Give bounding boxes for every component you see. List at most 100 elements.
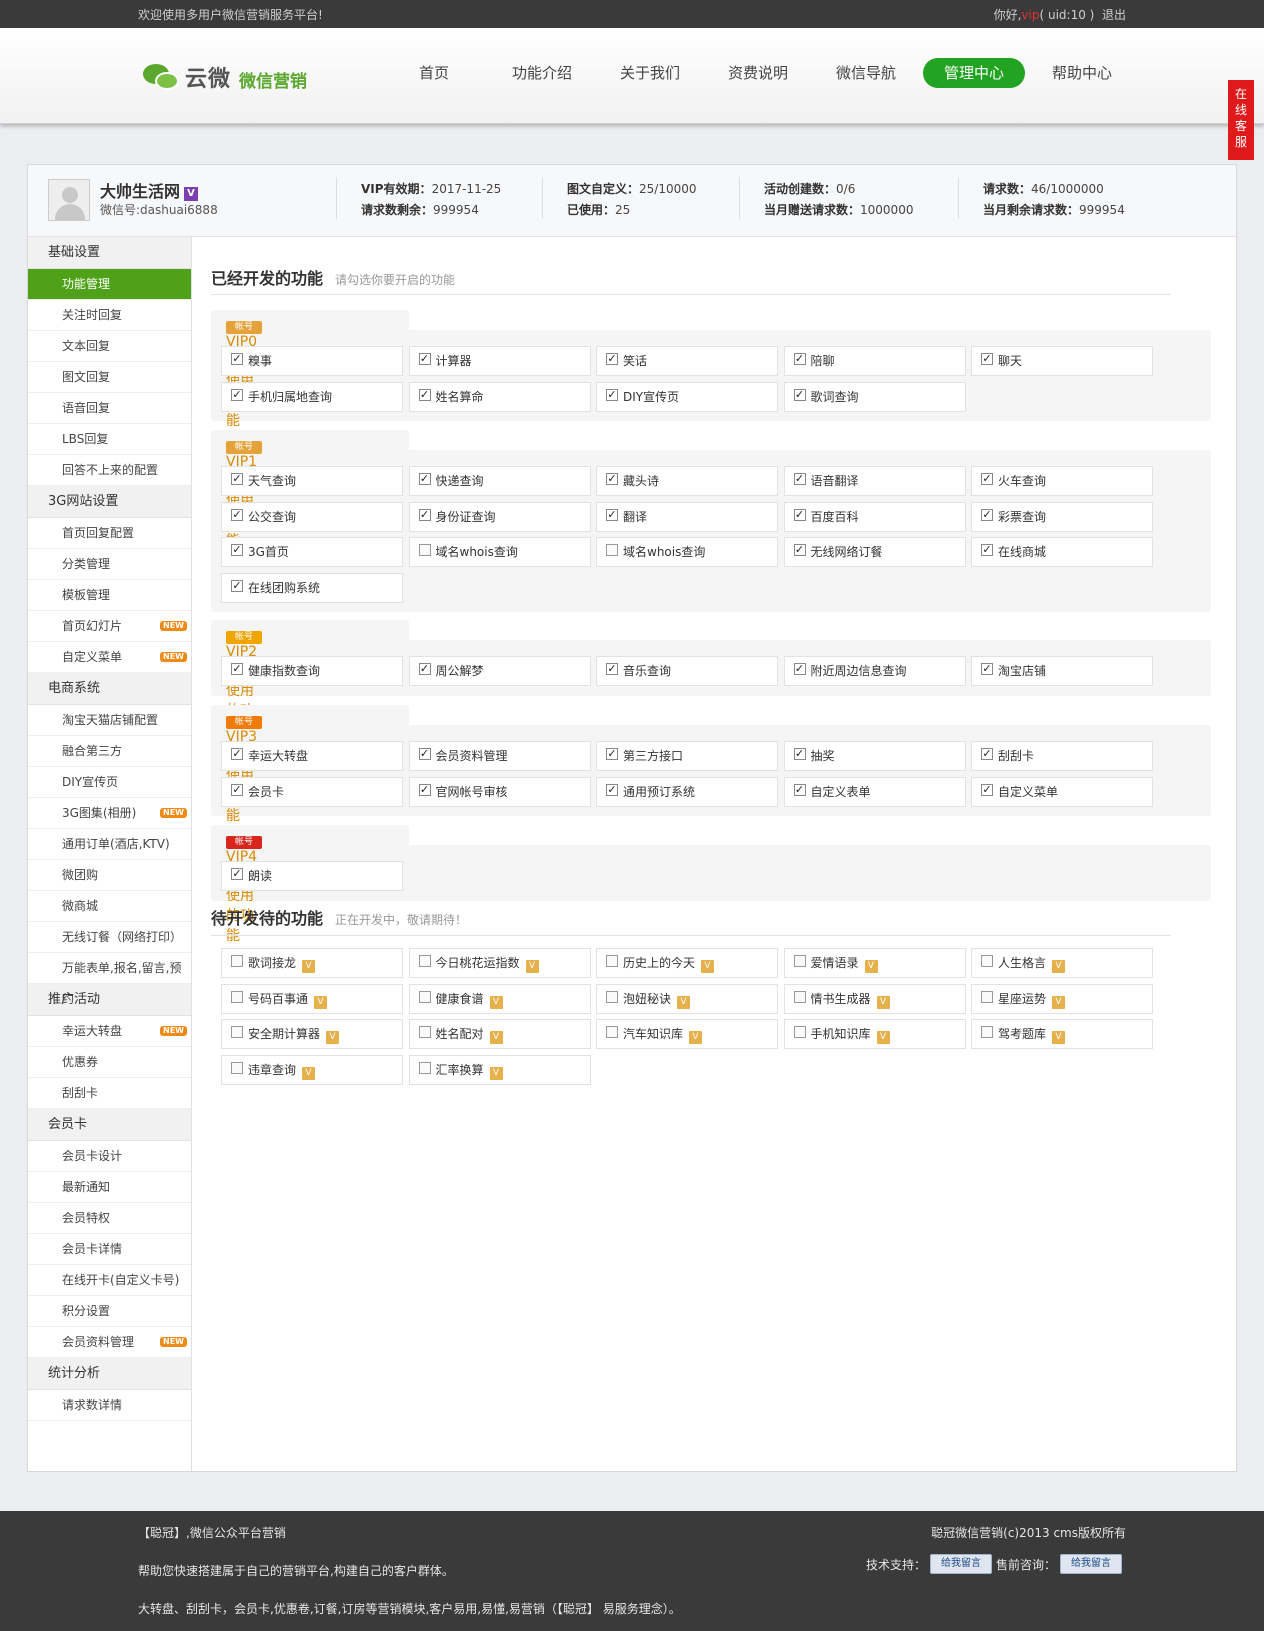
checkbox-unchecked-icon[interactable] (606, 1026, 618, 1038)
feature-checkbox[interactable]: ✓ 附近周边信息查询 (783, 656, 966, 686)
feature-checkbox[interactable]: 违章查询 V (221, 1054, 403, 1085)
sidebar-item[interactable]: 功能管理 (28, 269, 191, 300)
feature-checkbox[interactable]: 星座运势 V (971, 983, 1153, 1014)
online-service-button[interactable]: 在线客服 (1228, 80, 1254, 160)
feature-checkbox[interactable]: ✓ 会员卡 (221, 776, 403, 807)
feature-checkbox[interactable]: ✓ 彩票查询 (971, 501, 1153, 532)
checkbox-checked-icon[interactable]: ✓ (418, 388, 431, 401)
sidebar-item[interactable]: 会员资料管理 NEW (28, 1327, 191, 1358)
checkbox-checked-icon[interactable]: ✓ (793, 748, 806, 760)
checkbox-unchecked-icon[interactable] (793, 955, 806, 967)
sidebar-item[interactable]: 积分设置 (28, 1296, 191, 1327)
feature-checkbox[interactable]: ✓ 幸运大转盘 (221, 741, 403, 771)
feature-checkbox[interactable]: ✓ 周公解梦 (408, 656, 591, 686)
feature-checkbox[interactable]: 爱情语录 V (783, 948, 966, 978)
feature-checkbox[interactable]: 姓名配对 V (408, 1019, 591, 1049)
sidebar-group-header[interactable]: 会员卡 (28, 1109, 191, 1141)
feature-checkbox[interactable]: ✓ 姓名算命 (408, 381, 591, 412)
feature-checkbox[interactable]: 情书生成器 V (783, 983, 966, 1014)
sidebar-item[interactable]: 会员卡详情 (28, 1234, 191, 1265)
feature-checkbox[interactable]: 域名whois查询 (596, 537, 778, 567)
checkbox-unchecked-icon[interactable] (418, 1026, 431, 1038)
feature-checkbox[interactable]: ✓ DIY宣传页 (596, 381, 778, 412)
checkbox-unchecked-icon[interactable] (793, 1026, 806, 1038)
sidebar-item[interactable]: 自定义菜单 NEW (28, 642, 191, 673)
sidebar-item[interactable]: 会员特权 (28, 1203, 191, 1234)
feature-checkbox[interactable]: ✓ 计算器 (408, 346, 591, 376)
feature-checkbox[interactable]: 手机知识库 V (783, 1019, 966, 1049)
checkbox-checked-icon[interactable]: ✓ (231, 544, 243, 556)
checkbox-checked-icon[interactable]: ✓ (418, 748, 431, 760)
feature-checkbox[interactable]: ✓ 火车查询 (971, 466, 1153, 496)
checkbox-checked-icon[interactable]: ✓ (231, 388, 243, 401)
sidebar-item[interactable]: 图文回复 (28, 362, 191, 393)
feature-checkbox[interactable]: ✓ 会员资料管理 (408, 741, 591, 771)
checkbox-checked-icon[interactable]: ✓ (231, 353, 243, 365)
checkbox-checked-icon[interactable]: ✓ (606, 388, 618, 401)
nav-item[interactable]: 资费说明 (704, 58, 812, 88)
feature-checkbox[interactable]: ✓ 身份证查询 (408, 501, 591, 532)
checkbox-checked-icon[interactable]: ✓ (793, 544, 806, 556)
feature-checkbox[interactable]: ✓ 歌词查询 (783, 381, 966, 412)
checkbox-unchecked-icon[interactable] (606, 544, 618, 556)
sidebar-item[interactable]: 请求数详情 (28, 1390, 191, 1421)
sidebar-item[interactable]: 在线开卡(自定义卡号) (28, 1265, 191, 1296)
checkbox-unchecked-icon[interactable] (981, 1026, 993, 1038)
checkbox-unchecked-icon[interactable] (981, 955, 993, 967)
sidebar-item[interactable]: 3G图集(相册) NEW (28, 798, 191, 829)
checkbox-unchecked-icon[interactable] (231, 1026, 243, 1038)
nav-item[interactable]: 首页 (380, 58, 488, 88)
sidebar-item[interactable]: 会员卡设计 (28, 1141, 191, 1172)
sidebar-item[interactable]: 优惠券 (28, 1047, 191, 1078)
checkbox-unchecked-icon[interactable] (418, 990, 431, 1003)
checkbox-checked-icon[interactable]: ✓ (418, 663, 431, 675)
nav-item[interactable]: 帮助中心 (1028, 58, 1136, 88)
logout-link[interactable]: 退出 (1102, 8, 1126, 22)
sidebar-item[interactable]: 关注时回复 (28, 300, 191, 331)
sidebar-item[interactable]: 首页幻灯片 NEW (28, 611, 191, 642)
sidebar-item[interactable]: 融合第三方 (28, 736, 191, 767)
feature-checkbox[interactable]: ✓ 聊天 (971, 346, 1153, 376)
feature-checkbox[interactable]: 安全期计算器 V (221, 1019, 403, 1049)
checkbox-checked-icon[interactable]: ✓ (231, 508, 243, 521)
sidebar-item[interactable]: 幸运大转盘 NEW (28, 1016, 191, 1047)
feature-checkbox[interactable]: ✓ 陪聊 (783, 346, 966, 376)
feature-checkbox[interactable]: ✓ 淘宝店铺 (971, 656, 1153, 686)
nav-item[interactable]: 关于我们 (596, 58, 704, 88)
sidebar-item[interactable]: 微团购 (28, 860, 191, 891)
checkbox-unchecked-icon[interactable] (231, 1061, 243, 1074)
feature-checkbox[interactable]: 汽车知识库 V (596, 1019, 778, 1049)
feature-checkbox[interactable]: 泡妞秘诀 V (596, 983, 778, 1014)
checkbox-checked-icon[interactable]: ✓ (981, 663, 993, 675)
feature-checkbox[interactable]: ✓ 翻译 (596, 501, 778, 532)
feature-checkbox[interactable]: ✓ 百度百科 (783, 501, 966, 532)
checkbox-checked-icon[interactable]: ✓ (981, 508, 993, 521)
sidebar-group-header[interactable]: 电商系统 (28, 673, 191, 705)
feature-checkbox[interactable]: ✓ 自定义菜单 (971, 776, 1153, 807)
feature-checkbox[interactable]: 域名whois查询 (408, 537, 591, 567)
feature-checkbox[interactable]: ✓ 公交查询 (221, 501, 403, 532)
feature-checkbox[interactable]: ✓ 天气查询 (221, 466, 403, 496)
feature-checkbox[interactable]: ✓ 藏头诗 (596, 466, 778, 496)
vip-link[interactable]: vip (1021, 8, 1039, 22)
checkbox-checked-icon[interactable]: ✓ (231, 663, 243, 675)
feature-checkbox[interactable]: 人生格言 V (971, 948, 1153, 978)
feature-checkbox[interactable]: ✓ 健康指数查询 (221, 656, 403, 686)
sidebar-item[interactable]: DIY宣传页 (28, 767, 191, 798)
nav-item[interactable]: 微信导航 (812, 58, 920, 88)
checkbox-checked-icon[interactable]: ✓ (606, 663, 618, 675)
sales-qq-button[interactable]: 给我留言 (1060, 1554, 1122, 1574)
checkbox-checked-icon[interactable]: ✓ (981, 748, 993, 760)
nav-item[interactable]: 管理中心 (923, 58, 1025, 88)
feature-checkbox[interactable]: ✓ 音乐查询 (596, 656, 778, 686)
feature-checkbox[interactable]: ✓ 刮刮卡 (971, 741, 1153, 771)
feature-checkbox[interactable]: 驾考题库 V (971, 1019, 1153, 1049)
feature-checkbox[interactable]: ✓ 3G首页 (221, 537, 403, 567)
feature-checkbox[interactable]: ✓ 自定义表单 (783, 776, 966, 807)
checkbox-unchecked-icon[interactable] (418, 1061, 431, 1074)
checkbox-unchecked-icon[interactable] (231, 990, 243, 1003)
checkbox-checked-icon[interactable]: ✓ (981, 544, 993, 556)
sidebar-item[interactable]: 通用订单(酒店,KTV) (28, 829, 191, 860)
sidebar-item[interactable]: 回答不上来的配置 (28, 455, 191, 486)
checkbox-checked-icon[interactable]: ✓ (606, 748, 618, 760)
